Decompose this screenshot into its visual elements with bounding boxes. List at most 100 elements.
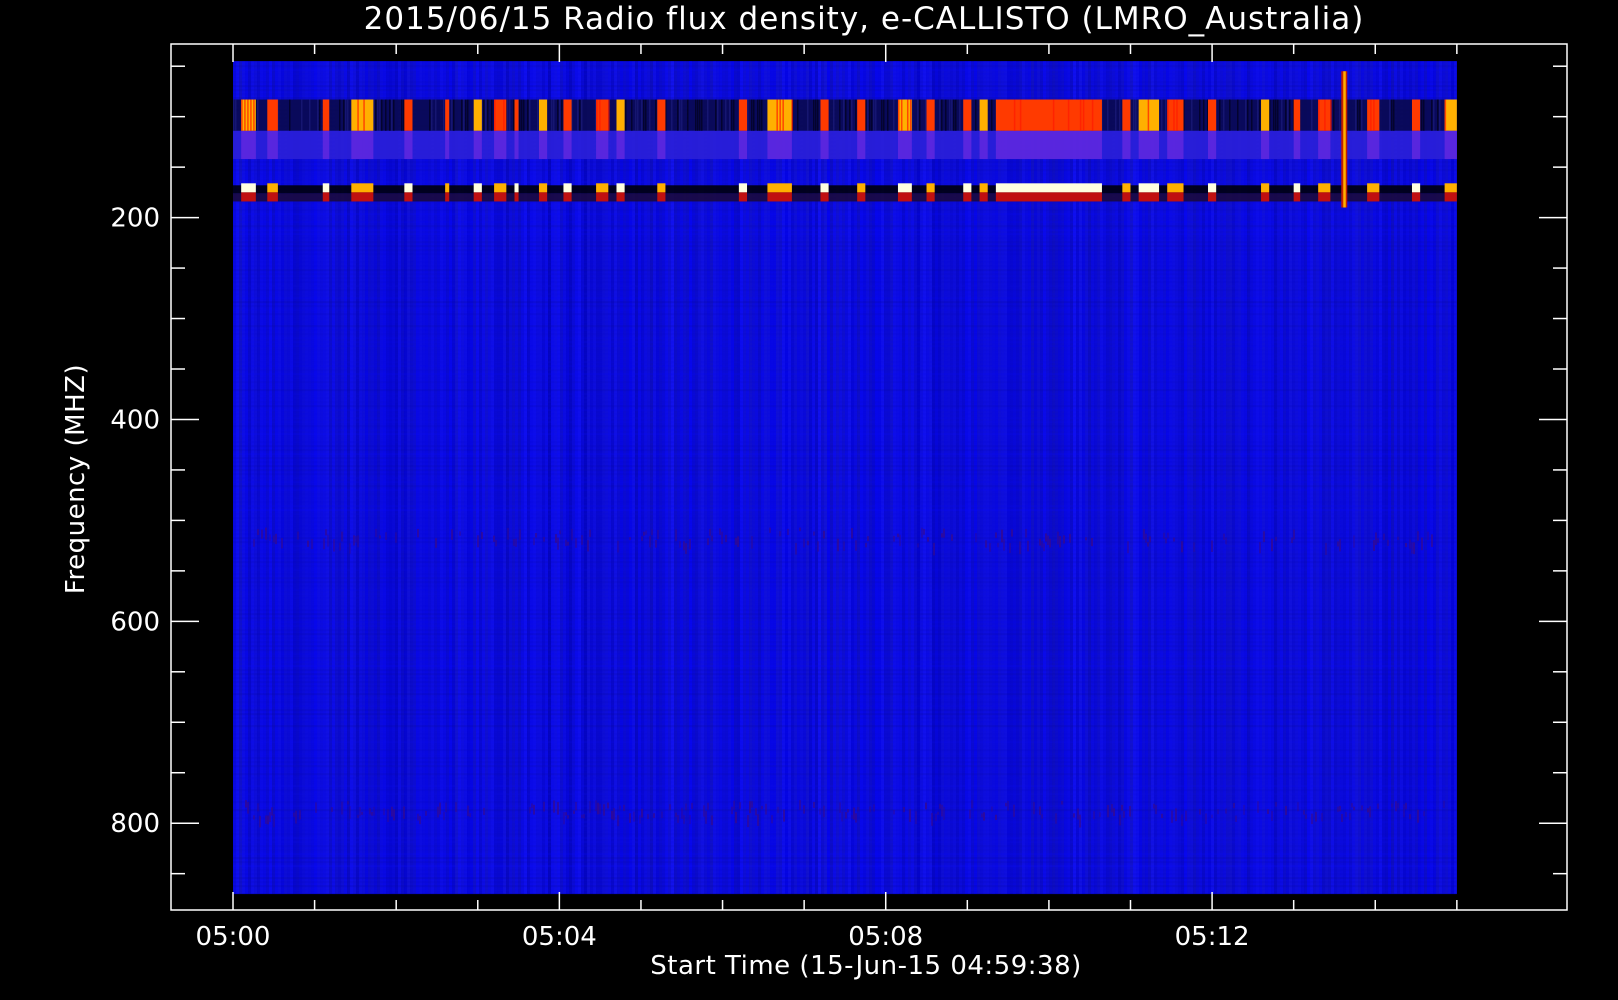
x-tick-label: 05:04 [522,922,597,952]
burst-lower-red [926,192,935,202]
spike-core [1343,71,1346,208]
burst-middle [1138,130,1160,160]
burst-upper [1167,99,1184,131]
burst-lower [657,183,666,193]
burst-middle [445,130,450,160]
burst-middle [1261,130,1270,160]
burst-upper [267,99,278,131]
burst-middle [1122,130,1131,160]
spectrogram-chart: 2015/06/15 Radio flux density, e-CALLIST… [61,1,1568,981]
burst-lower-red [979,192,988,202]
burst-lower-red [995,192,1102,202]
burst-upper [963,99,972,131]
burst-lower [351,183,374,193]
burst-lower-red [563,192,572,202]
burst-middle [1318,130,1331,160]
burst-middle [563,130,572,160]
burst-middle [738,130,748,160]
burst-upper [563,99,572,131]
y-axis-label: Frequency (MHZ) [61,364,91,594]
burst-middle [616,130,625,160]
burst-lower-red [820,192,829,202]
burst-upper [1261,99,1270,131]
burst-middle [963,130,972,160]
burst-middle [494,130,507,160]
burst-middle [267,130,278,160]
burst-lower-red [322,192,330,202]
burst-lower [1367,183,1380,193]
burst-lower [1167,183,1184,193]
burst-middle [351,130,374,160]
burst-upper [473,99,482,131]
burst-lower [1293,183,1301,193]
burst-lower-red [267,192,278,202]
burst-middle [596,130,609,160]
y-tick-label: 400 [110,405,160,435]
x-tick-label: 05:00 [196,922,271,952]
burst-lower [1208,183,1217,193]
burst-upper [445,99,450,131]
x-tick-label: 05:08 [848,922,923,952]
burst-middle [767,130,792,160]
burst-middle [514,130,519,160]
burst-upper [1411,99,1421,131]
burst-lower [963,183,972,193]
burst-lower-red [1411,192,1421,202]
burst-lower-red [596,192,609,202]
burst-lower-red [1444,192,1457,202]
burst-lower [267,183,278,193]
burst-lower-red [1293,192,1301,202]
burst-upper [514,99,519,131]
burst-middle [1167,130,1184,160]
burst-upper [1122,99,1131,131]
burst-lower [767,183,792,193]
burst-lower-red [1261,192,1270,202]
burst-lower [995,183,1102,193]
burst-lower [563,183,572,193]
burst-middle [995,130,1102,160]
burst-middle [404,130,413,160]
burst-upper [538,99,548,131]
burst-lower-red [1208,192,1217,202]
burst-lower-red [897,192,912,202]
burst-lower [1122,183,1131,193]
burst-lower-red [1318,192,1331,202]
interference-band-2 [233,130,1457,160]
y-tick-label: 200 [110,204,160,234]
burst-middle [857,130,866,160]
burst-lower [1411,183,1421,193]
burst-middle [820,130,829,160]
burst-upper [1293,99,1301,131]
burst-lower-red [738,192,748,202]
burst-lower-red [351,192,374,202]
burst-middle [322,130,330,160]
burst-lower [596,183,609,193]
burst-lower-red [1122,192,1131,202]
burst-lower-red [616,192,625,202]
burst-lower-red [857,192,866,202]
burst-middle [241,130,256,160]
burst-lower [473,183,482,193]
burst-middle [1293,130,1301,160]
burst-upper [1444,99,1457,131]
burst-upper [995,99,1102,131]
burst-upper [351,99,374,131]
burst-lower-red [1138,192,1160,202]
interference-band-4 [233,193,1457,202]
burst-middle [657,130,666,160]
burst-lower [820,183,829,193]
burst-upper [596,99,609,131]
interference-band-3 [233,185,1457,194]
burst-lower [738,183,748,193]
burst-lower-red [445,192,450,202]
burst-middle [1444,130,1457,160]
chart-title: 2015/06/15 Radio flux density, e-CALLIST… [364,1,1365,37]
y-tick-label: 800 [110,809,160,839]
burst-lower [404,183,413,193]
burst-upper [820,99,829,131]
burst-lower-red [963,192,972,202]
burst-upper [897,99,912,131]
burst-lower-red [657,192,666,202]
burst-lower [979,183,988,193]
burst-lower [1444,183,1457,193]
